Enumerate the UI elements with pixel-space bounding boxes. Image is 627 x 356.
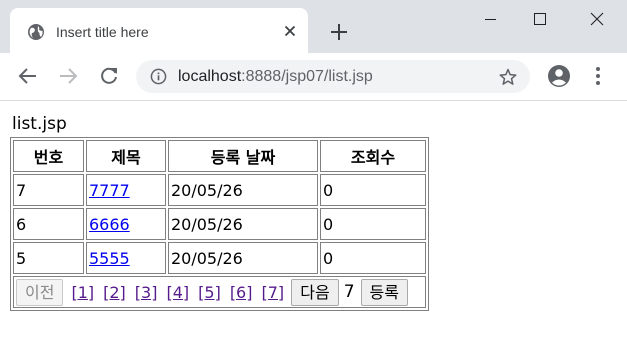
page-link-5[interactable]: [5] — [198, 283, 221, 302]
table-row: 7 7777 20/05/26 0 — [13, 174, 426, 206]
table-header-row: 번호 제목 등록 날짜 조회수 — [13, 140, 426, 172]
url-path: :8888/jsp07/list.jsp — [241, 68, 373, 85]
row-date: 20/05/26 — [168, 208, 318, 240]
row-views: 0 — [320, 242, 426, 274]
row-number: 6 — [13, 208, 84, 240]
maximize-icon[interactable] — [516, 0, 562, 38]
arrow-right-icon[interactable] — [56, 64, 80, 88]
row-title-link[interactable]: 6666 — [89, 215, 130, 234]
browser-tab[interactable]: Insert title here — [10, 8, 308, 53]
page-link-1[interactable]: [1] — [71, 283, 94, 302]
page-link-2[interactable]: [2] — [103, 283, 126, 302]
info-icon[interactable] — [150, 68, 167, 85]
header-number: 번호 — [13, 140, 84, 172]
page-title: list.jsp — [12, 114, 67, 134]
account-icon[interactable] — [547, 64, 571, 88]
close-icon[interactable] — [282, 23, 298, 39]
row-number: 5 — [13, 242, 84, 274]
page-link-3[interactable]: [3] — [135, 283, 158, 302]
plus-icon[interactable] — [329, 22, 349, 42]
url-host: localhost — [178, 68, 242, 85]
address-bar[interactable]: localhost:8888/jsp07/list.jsp — [136, 60, 530, 93]
register-button[interactable]: 등록 — [360, 278, 408, 306]
page-link-6[interactable]: [6] — [230, 283, 253, 302]
tab-title: Insert title here — [56, 24, 149, 40]
header-title: 제목 — [86, 140, 166, 172]
table-row: 6 6666 20/05/26 0 — [13, 208, 426, 240]
row-views: 0 — [320, 174, 426, 206]
row-date: 20/05/26 — [168, 242, 318, 274]
page-link-7[interactable]: [7] — [261, 283, 284, 302]
minimize-icon[interactable] — [467, 0, 513, 38]
pagination-row: 이전 [1] [2] [3] [4] [5] [6] [7] 다음 7 등록 — [13, 276, 426, 308]
browser-toolbar: localhost:8888/jsp07/list.jsp — [0, 53, 627, 101]
header-views: 조회수 — [320, 140, 426, 172]
globe-icon — [28, 24, 44, 40]
kebab-menu-icon[interactable] — [586, 64, 610, 88]
row-title-cell: 7777 — [86, 174, 166, 206]
row-title-cell: 5555 — [86, 242, 166, 274]
page-links: [1] [2] [3] [4] [5] [6] [7] — [71, 283, 284, 302]
page-link-4[interactable]: [4] — [166, 283, 189, 302]
header-date: 등록 날짜 — [168, 140, 318, 172]
row-date: 20/05/26 — [168, 174, 318, 206]
row-title-link[interactable]: 7777 — [89, 181, 130, 200]
row-title-cell: 6666 — [86, 208, 166, 240]
window-close-icon[interactable] — [574, 0, 620, 38]
star-icon[interactable] — [498, 67, 518, 87]
row-number: 7 — [13, 174, 84, 206]
row-views: 0 — [320, 208, 426, 240]
page-content: list.jsp 번호 제목 등록 날짜 조회수 7 7777 20/05/26… — [0, 101, 627, 356]
browser-tabstrip: Insert title here — [0, 0, 627, 53]
prev-button[interactable]: 이전 — [16, 278, 64, 306]
pagination: 이전 [1] [2] [3] [4] [5] [6] [7] 다음 7 등록 — [13, 276, 426, 308]
url-text[interactable]: localhost:8888/jsp07/list.jsp — [178, 67, 373, 86]
current-page-number: 7 — [343, 282, 355, 302]
next-button[interactable]: 다음 — [291, 278, 339, 306]
table-row: 5 5555 20/05/26 0 — [13, 242, 426, 274]
board-table: 번호 제목 등록 날짜 조회수 7 7777 20/05/26 0 6 6666… — [10, 137, 429, 311]
arrow-left-icon[interactable] — [16, 64, 40, 88]
row-title-link[interactable]: 5555 — [89, 249, 130, 268]
reload-icon[interactable] — [97, 64, 121, 88]
